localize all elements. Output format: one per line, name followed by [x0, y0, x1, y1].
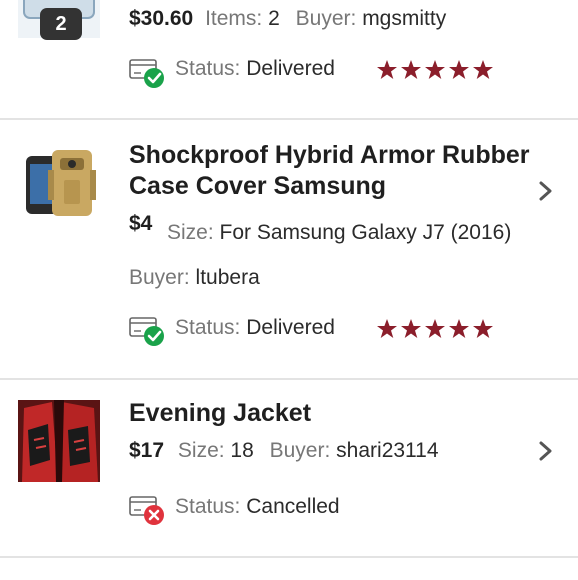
status-label: Status:: [175, 495, 241, 518]
order-row[interactable]: Evening Jacket $17 Size: 18 Buyer: shari…: [0, 380, 578, 558]
buyer-value: shari23114: [336, 439, 439, 462]
cancelled-x-icon: [129, 493, 167, 527]
rating-stars: [376, 318, 494, 340]
status-value: Delivered: [246, 57, 335, 80]
star-icon: [377, 319, 397, 338]
star-icon: [401, 60, 421, 79]
status-value: Cancelled: [246, 495, 340, 518]
status-label: Status:: [175, 57, 241, 80]
delivered-check-icon: [129, 314, 167, 348]
star-icon: [473, 60, 493, 79]
order-summary-line: $30.60 Items: 2 Buyer: mgsmitty: [129, 7, 446, 31]
star-icon: [425, 319, 445, 338]
product-title: Shockproof Hybrid Armor Rubber Case Cove…: [129, 140, 530, 202]
product-title: Evening Jacket: [129, 399, 312, 427]
buyer-label: Buyer:: [269, 439, 331, 462]
star-icon: [449, 60, 469, 79]
product-thumbnail: [18, 140, 100, 222]
delivered-check-icon: [129, 56, 167, 90]
items-value: 2: [268, 7, 280, 30]
status-value: Delivered: [246, 316, 335, 339]
size-value: For Samsung Galaxy J7 (2016): [219, 221, 512, 244]
order-row[interactable]: 2 $30.60 Items: 2 Buyer: mgsmitty Status…: [0, 0, 578, 120]
order-row[interactable]: Shockproof Hybrid Armor Rubber Case Cove…: [0, 120, 578, 380]
status: Status: Delivered: [175, 316, 335, 340]
star-icon: [449, 319, 469, 338]
price: $17: [129, 439, 165, 462]
price: $30.60: [129, 7, 194, 30]
items-label: Items:: [205, 7, 263, 30]
product-title-line: Case Cover Samsung: [129, 172, 387, 200]
size-line: Size: For Samsung Galaxy J7 (2016): [167, 221, 511, 245]
star-icon: [401, 319, 421, 338]
product-thumbnail: [18, 400, 100, 482]
size-value: 18: [230, 439, 254, 462]
status: Status: Cancelled: [175, 495, 340, 519]
order-summary-line: $17 Size: 18 Buyer: shari23114: [129, 439, 439, 463]
price-value: $4: [129, 212, 153, 235]
product-title-line: Shockproof Hybrid Armor Rubber: [129, 141, 530, 169]
chevron-right-icon[interactable]: [538, 440, 554, 462]
chevron-right-icon[interactable]: [538, 180, 554, 202]
item-count-badge: 2: [40, 8, 82, 40]
buyer-label: Buyer:: [129, 266, 190, 289]
star-icon: [377, 60, 397, 79]
buyer-value: mgsmitty: [362, 7, 447, 30]
status: Status: Delivered: [175, 57, 335, 81]
buyer-line: Buyer: ltubera: [129, 266, 260, 290]
rating-stars: [376, 59, 494, 81]
size-label: Size:: [177, 439, 225, 462]
star-icon: [425, 60, 445, 79]
price: $4: [129, 212, 152, 236]
buyer-value: ltubera: [195, 266, 260, 289]
size-label: Size:: [167, 221, 214, 244]
status-label: Status:: [175, 316, 241, 339]
star-icon: [473, 319, 493, 338]
buyer-label: Buyer:: [295, 7, 357, 30]
